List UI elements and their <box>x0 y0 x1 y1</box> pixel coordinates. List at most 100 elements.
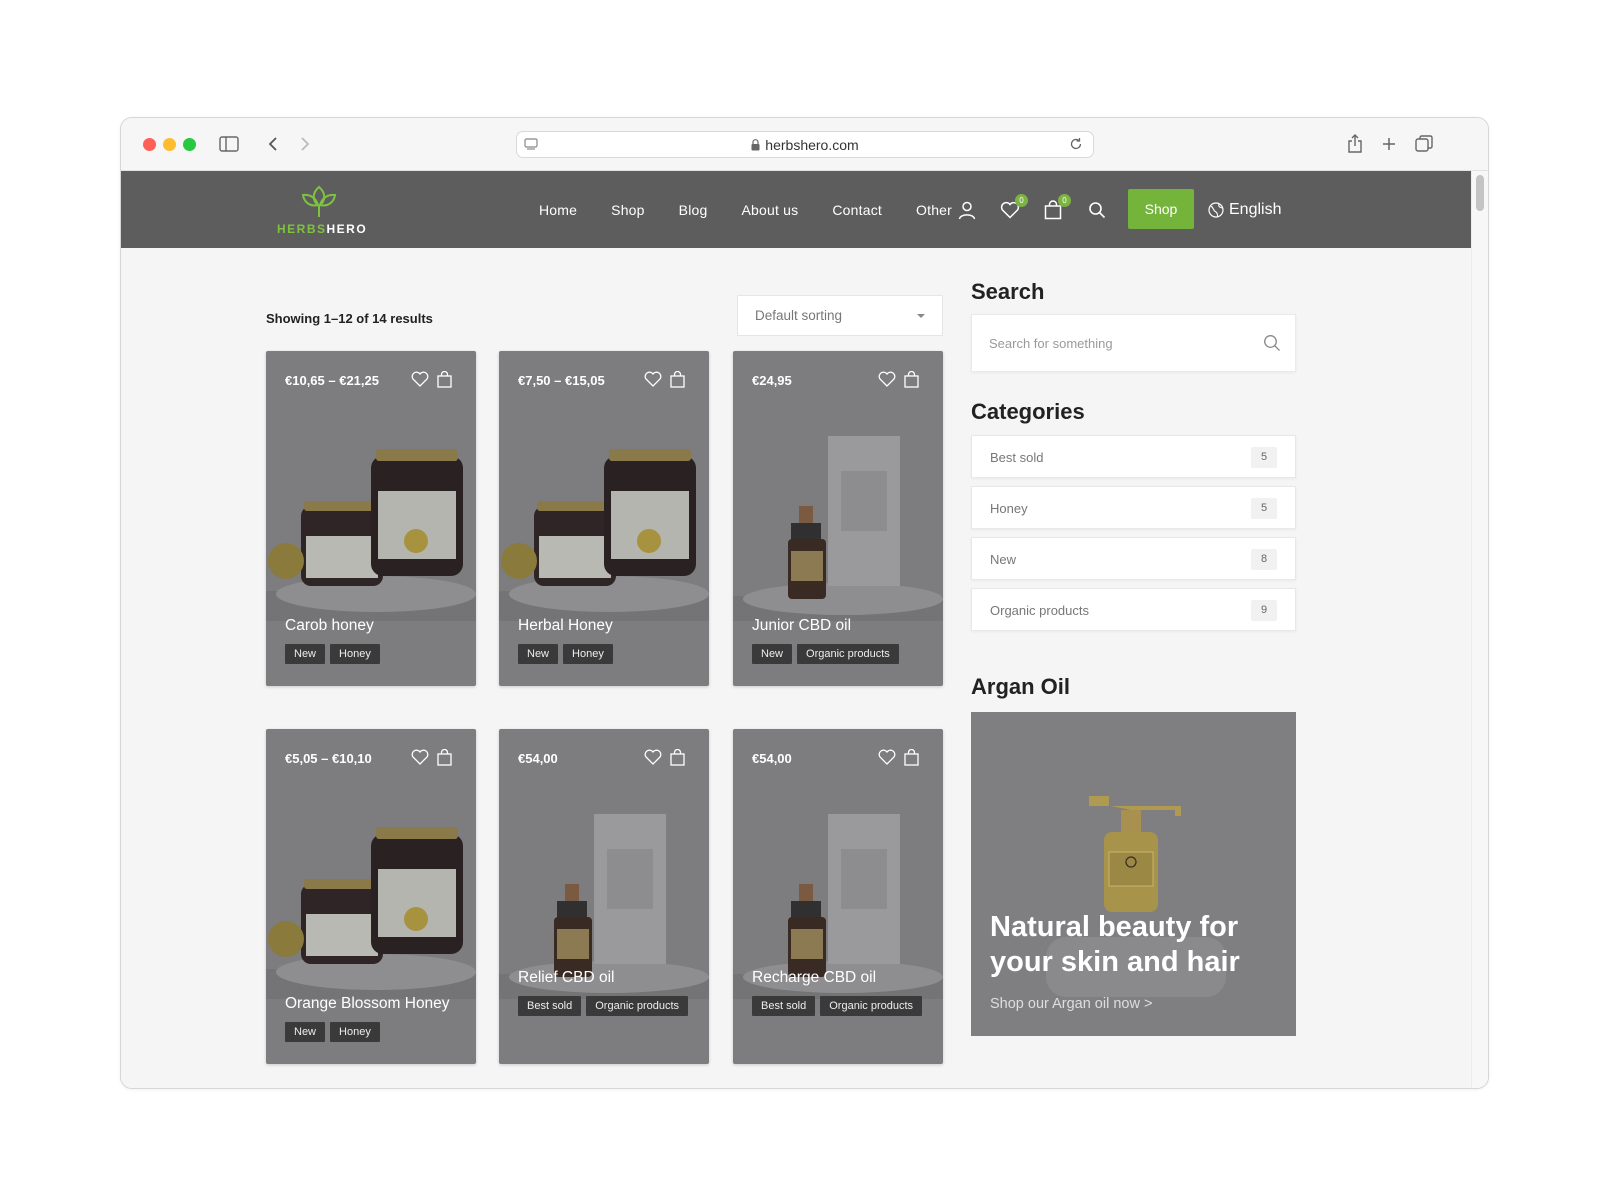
product-card[interactable]: €24,95 Junior CBD oil New Organic products <box>733 351 943 686</box>
honey-jar-image <box>499 449 709 621</box>
nav-other[interactable]: Other <box>916 202 952 218</box>
add-to-wishlist-icon[interactable] <box>878 371 896 393</box>
product-tags: New Honey <box>285 644 460 664</box>
browser-toolbar: herbshero.com <box>121 118 1488 171</box>
address-bar[interactable]: herbshero.com <box>516 131 1094 158</box>
wishlist-icon[interactable]: 0 <box>998 194 1028 222</box>
site-header: HERBSHERO Home Shop Blog About us Contac… <box>121 171 1473 248</box>
zoom-window-button[interactable] <box>183 138 196 151</box>
product-name[interactable]: Relief CBD oil <box>518 969 614 987</box>
product-tags: Best sold Organic products <box>518 996 693 1016</box>
category-best-sold[interactable]: Best sold 5 <box>971 435 1296 478</box>
logo-text-hero: HERO <box>326 222 368 236</box>
product-price: €54,00 <box>518 751 558 766</box>
cbd-oil-bottle-image <box>733 814 943 999</box>
category-count: 8 <box>1251 549 1277 570</box>
add-to-wishlist-icon[interactable] <box>644 749 662 771</box>
main-nav: Home Shop Blog About us Contact Other <box>539 171 986 248</box>
product-tag[interactable]: Honey <box>330 1022 380 1042</box>
product-tag[interactable]: Best sold <box>518 996 582 1016</box>
category-label: Best sold <box>990 450 1044 465</box>
category-label: Honey <box>990 501 1028 516</box>
add-to-wishlist-icon[interactable] <box>411 749 429 771</box>
category-count: 9 <box>1251 600 1277 621</box>
product-card[interactable]: €54,00 Relief CBD oil Best sold Organic pro… <box>499 729 709 1064</box>
product-name[interactable]: Junior CBD oil <box>752 617 851 635</box>
add-to-cart-icon[interactable] <box>437 748 452 771</box>
add-to-cart-icon[interactable] <box>670 748 685 771</box>
sorting-select[interactable]: Default sorting <box>737 295 943 336</box>
product-name[interactable]: Carob honey <box>285 617 374 635</box>
share-icon[interactable] <box>1341 130 1369 158</box>
category-honey[interactable]: Honey 5 <box>971 486 1296 529</box>
product-tag[interactable]: New <box>285 1022 326 1042</box>
argan-oil-promo-banner[interactable]: Natural beauty for your skin and hair Sh… <box>971 712 1296 1036</box>
categories-heading: Categories <box>971 399 1085 424</box>
nav-about-us[interactable]: About us <box>741 202 798 218</box>
language-selector[interactable]: English <box>1208 198 1281 222</box>
close-window-button[interactable] <box>143 138 156 151</box>
product-tag[interactable]: Organic products <box>586 996 689 1016</box>
product-tags: New Organic products <box>752 644 927 664</box>
search-icon[interactable] <box>1263 334 1281 357</box>
new-tab-icon[interactable] <box>1375 130 1403 158</box>
scrollbar-thumb[interactable] <box>1476 175 1484 211</box>
product-card[interactable]: €5,05 – €10,10 Orange Blossom Honey New Hon… <box>266 729 476 1064</box>
product-name[interactable]: Recharge CBD oil <box>752 969 876 987</box>
promo-link[interactable]: Shop our Argan oil now > <box>990 996 1152 1012</box>
product-tag[interactable]: New <box>518 644 559 664</box>
forward-icon[interactable] <box>291 130 319 158</box>
category-new[interactable]: New 8 <box>971 537 1296 580</box>
add-to-wishlist-icon[interactable] <box>644 371 662 393</box>
globe-icon <box>1208 202 1224 218</box>
sidebar-toggle-icon[interactable] <box>215 130 243 158</box>
product-tags: New Honey <box>285 1022 460 1042</box>
category-count: 5 <box>1251 498 1277 519</box>
search-placeholder: Search for something <box>989 336 1113 351</box>
nav-contact[interactable]: Contact <box>832 202 882 218</box>
product-card[interactable]: €7,50 – €15,05 Herbal Honey New Honey <box>499 351 709 686</box>
product-tag[interactable]: New <box>752 644 793 664</box>
nav-home[interactable]: Home <box>539 202 577 218</box>
add-to-cart-icon[interactable] <box>437 370 452 393</box>
promo-heading: Natural beauty for your skin and hair <box>990 911 1240 978</box>
add-to-cart-icon[interactable] <box>670 370 685 393</box>
add-to-wishlist-icon[interactable] <box>411 371 429 393</box>
sidebar-search-input[interactable]: Search for something <box>971 314 1296 372</box>
product-tag[interactable]: Best sold <box>752 996 816 1016</box>
nav-shop[interactable]: Shop <box>611 202 645 218</box>
category-label: Organic products <box>990 603 1089 618</box>
tab-overview-icon[interactable] <box>1410 130 1438 158</box>
add-to-cart-icon[interactable] <box>904 370 919 393</box>
shop-button[interactable]: Shop <box>1128 189 1194 229</box>
product-tag[interactable]: New <box>285 644 326 664</box>
minimize-window-button[interactable] <box>163 138 176 151</box>
category-organic-products[interactable]: Organic products 9 <box>971 588 1296 631</box>
cart-icon[interactable]: 0 <box>1041 194 1071 222</box>
product-name[interactable]: Herbal Honey <box>518 617 613 635</box>
page-scrollbar[interactable] <box>1471 171 1488 1088</box>
product-card[interactable]: €54,00 Recharge CBD oil Best sold Organic p… <box>733 729 943 1064</box>
product-tag[interactable]: Honey <box>563 644 613 664</box>
product-price: €10,65 – €21,25 <box>285 373 379 388</box>
nav-blog[interactable]: Blog <box>679 202 708 218</box>
lock-icon <box>751 138 760 151</box>
category-label: New <box>990 552 1017 567</box>
category-count: 5 <box>1251 447 1277 468</box>
search-icon[interactable] <box>1085 198 1109 222</box>
add-to-cart-icon[interactable] <box>904 748 919 771</box>
back-icon[interactable] <box>259 130 287 158</box>
argan-oil-heading: Argan Oil <box>971 674 1071 699</box>
product-card[interactable]: €10,65 – €21,25 Carob honey New Honey <box>266 351 476 686</box>
product-tag[interactable]: Organic products <box>797 644 899 664</box>
reload-icon[interactable] <box>1069 137 1083 154</box>
product-tag[interactable]: Organic products <box>820 996 923 1016</box>
add-to-wishlist-icon[interactable] <box>878 749 896 771</box>
page-menu-icon[interactable] <box>524 137 538 154</box>
product-price: €54,00 <box>752 751 792 766</box>
argan-oil-bottle-image <box>1046 796 1226 997</box>
herbshero-logo[interactable]: HERBSHERO <box>277 183 366 237</box>
product-name[interactable]: Orange Blossom Honey <box>285 995 450 1013</box>
product-tag[interactable]: Honey <box>330 644 380 664</box>
account-icon[interactable] <box>955 198 979 222</box>
